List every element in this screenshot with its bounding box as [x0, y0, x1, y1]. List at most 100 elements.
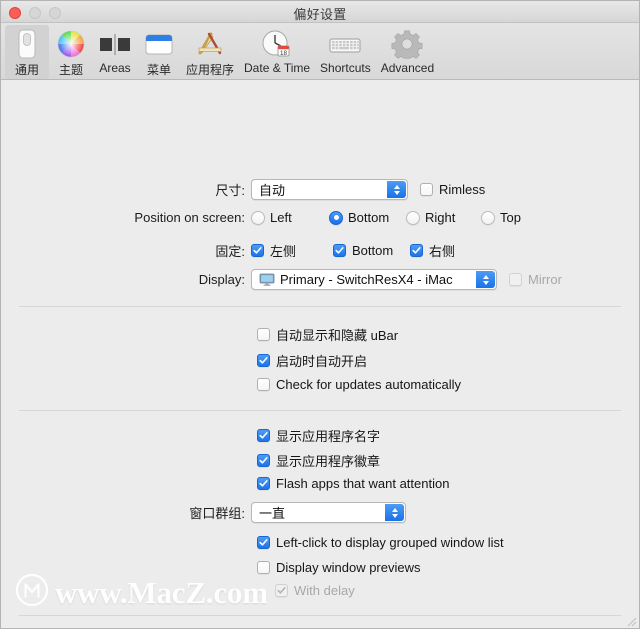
imac-display-icon	[259, 273, 275, 286]
flash-apps-row: Flash apps that want attention	[257, 476, 449, 491]
launch-at-startup-row: 启动时自动开启	[257, 351, 367, 370]
checkbox-box	[257, 354, 270, 367]
toolbar-item-advanced[interactable]: Advanced	[376, 25, 439, 76]
preferences-window: 偏好设置 通用 主题 Areas 菜单 应用程序 18 Date & Time …	[0, 0, 640, 629]
rimless-checkbox[interactable]: Rimless	[420, 182, 485, 197]
areas-split-icon	[98, 27, 132, 60]
toolbar-item-label: 应用程序	[186, 63, 235, 77]
separator-3	[19, 615, 621, 616]
left-click-grouped-checkbox[interactable]: Left-click to display grouped window lis…	[257, 535, 504, 550]
size-label: 尺寸:	[215, 183, 245, 198]
color-wheel-icon	[54, 27, 88, 60]
anchor-checkbox-left[interactable]: 左侧	[251, 241, 333, 260]
radio-label: Right	[425, 210, 456, 225]
checkbox-label: 显示应用程序名字	[276, 429, 381, 444]
auto-hide-ubar-checkbox[interactable]: 自动显示和隐藏 uBar	[257, 325, 398, 344]
display-window-previews-checkbox[interactable]: Display window previews	[257, 560, 421, 575]
auto-hide-ubar-row: 自动显示和隐藏 uBar	[257, 325, 398, 344]
display-select-value: Primary - SwitchResX4 - iMac	[280, 272, 453, 287]
launch-at-startup-checkbox[interactable]: 启动时自动开启	[257, 351, 367, 370]
with-delay-checkbox[interactable]: With delay	[275, 583, 355, 598]
position-radio-left[interactable]: Left	[251, 210, 329, 225]
position-radio-bottom[interactable]: Bottom	[329, 210, 406, 225]
watermark-text: www.MacZ.com	[55, 574, 268, 610]
toolbar-item-date-time[interactable]: 18 Date & Time	[239, 25, 315, 76]
checkbox-box	[410, 244, 423, 257]
chevron-updown-icon	[385, 504, 404, 521]
checkbox-box	[333, 244, 346, 257]
checkbox-label: Bottom	[352, 243, 394, 258]
radio-circle	[406, 210, 420, 225]
clock-calendar-icon: 18	[260, 27, 294, 60]
checkbox-label: Flash apps that want attention	[276, 476, 450, 491]
anchor-checkbox-bottom[interactable]: Bottom	[333, 243, 410, 258]
toolbar-item-label: Advanced	[380, 61, 435, 75]
checkbox-label: Left-click to display grouped window lis…	[276, 535, 504, 550]
show-app-names-checkbox[interactable]: 显示应用程序名字	[257, 426, 380, 445]
checkbox-label: With delay	[294, 583, 355, 598]
toolbar-item-theme[interactable]: 主题	[49, 25, 93, 79]
radio-circle	[329, 210, 343, 225]
with-delay-row: With delay	[275, 583, 355, 598]
toolbar-item-areas[interactable]: Areas	[93, 25, 137, 76]
menu-window-icon	[142, 27, 176, 60]
window-group-row: 窗口群组: 一直	[1, 502, 639, 523]
toolbar-item-label: 菜单	[146, 63, 171, 77]
resize-grip[interactable]	[625, 614, 637, 627]
toolbar-item-label: Shortcuts	[320, 61, 371, 75]
checkbox-box	[420, 183, 433, 196]
toolbar-item-applications[interactable]: 应用程序	[181, 25, 239, 79]
chevron-updown-icon	[476, 271, 495, 288]
radio-label: Left	[270, 210, 292, 225]
check-updates-row: Check for updates automatically	[257, 377, 461, 392]
position-label: Position on screen:	[134, 210, 245, 225]
toolbar-item-shortcuts[interactable]: Shortcuts	[315, 25, 376, 76]
toolbar-item-label: 主题	[58, 63, 83, 77]
checkbox-box	[257, 561, 270, 574]
display-row: Display: Primary - SwitchResX4 - iMac Mi…	[1, 269, 639, 290]
toolbar-item-menu[interactable]: 菜单	[137, 25, 181, 79]
general-toggle-icon	[10, 27, 44, 60]
toolbar-item-label: 通用	[14, 63, 39, 77]
toolbar-item-label: Areas	[99, 61, 131, 75]
window-group-label: 窗口群组:	[189, 506, 245, 521]
macz-m-circle-logo	[15, 573, 49, 612]
position-radio-top[interactable]: Top	[481, 210, 521, 225]
show-app-badges-checkbox[interactable]: 显示应用程序徽章	[257, 451, 380, 470]
checkbox-label: Display window previews	[276, 560, 421, 575]
gear-icon	[390, 27, 424, 60]
anchor-checkbox-right[interactable]: 右侧	[410, 241, 455, 260]
display-label: Display:	[198, 272, 245, 287]
checkbox-label: 显示应用程序徽章	[276, 454, 381, 469]
separator-2	[19, 410, 621, 411]
rimless-label: Rimless	[439, 182, 486, 197]
toolbar-item-general[interactable]: 通用	[5, 25, 49, 79]
radio-circle	[251, 210, 265, 225]
size-select[interactable]: 自动	[251, 179, 408, 200]
position-on-screen-row: Position on screen: Left Bottom Right To…	[1, 210, 639, 225]
mirror-label: Mirror	[528, 272, 562, 287]
window-group-select[interactable]: 一直	[251, 502, 406, 523]
checkbox-box	[257, 477, 270, 490]
checkbox-box	[257, 429, 270, 442]
checkbox-label: 自动显示和隐藏 uBar	[276, 328, 399, 343]
size-row: 尺寸: 自动 Rimless	[1, 179, 639, 200]
checkbox-box	[509, 273, 522, 286]
checkbox-label: Check for updates automatically	[276, 377, 461, 392]
checkbox-label: 左侧	[270, 244, 297, 259]
title-bar: 偏好设置	[1, 1, 639, 23]
checkbox-label: 右侧	[429, 244, 456, 259]
applications-icon	[193, 27, 227, 60]
flash-apps-checkbox[interactable]: Flash apps that want attention	[257, 476, 449, 491]
size-select-value: 自动	[259, 183, 286, 198]
check-updates-checkbox[interactable]: Check for updates automatically	[257, 377, 461, 392]
radio-label: Bottom	[348, 210, 390, 225]
display-select[interactable]: Primary - SwitchResX4 - iMac	[251, 269, 497, 290]
window-title: 偏好设置	[293, 7, 347, 22]
chevron-updown-icon	[387, 181, 406, 198]
svg-text:18: 18	[280, 50, 287, 57]
position-radio-right[interactable]: Right	[406, 210, 481, 225]
keyboard-icon	[328, 27, 362, 60]
mirror-checkbox[interactable]: Mirror	[509, 272, 562, 287]
watermark: www.MacZ.com	[15, 573, 268, 612]
